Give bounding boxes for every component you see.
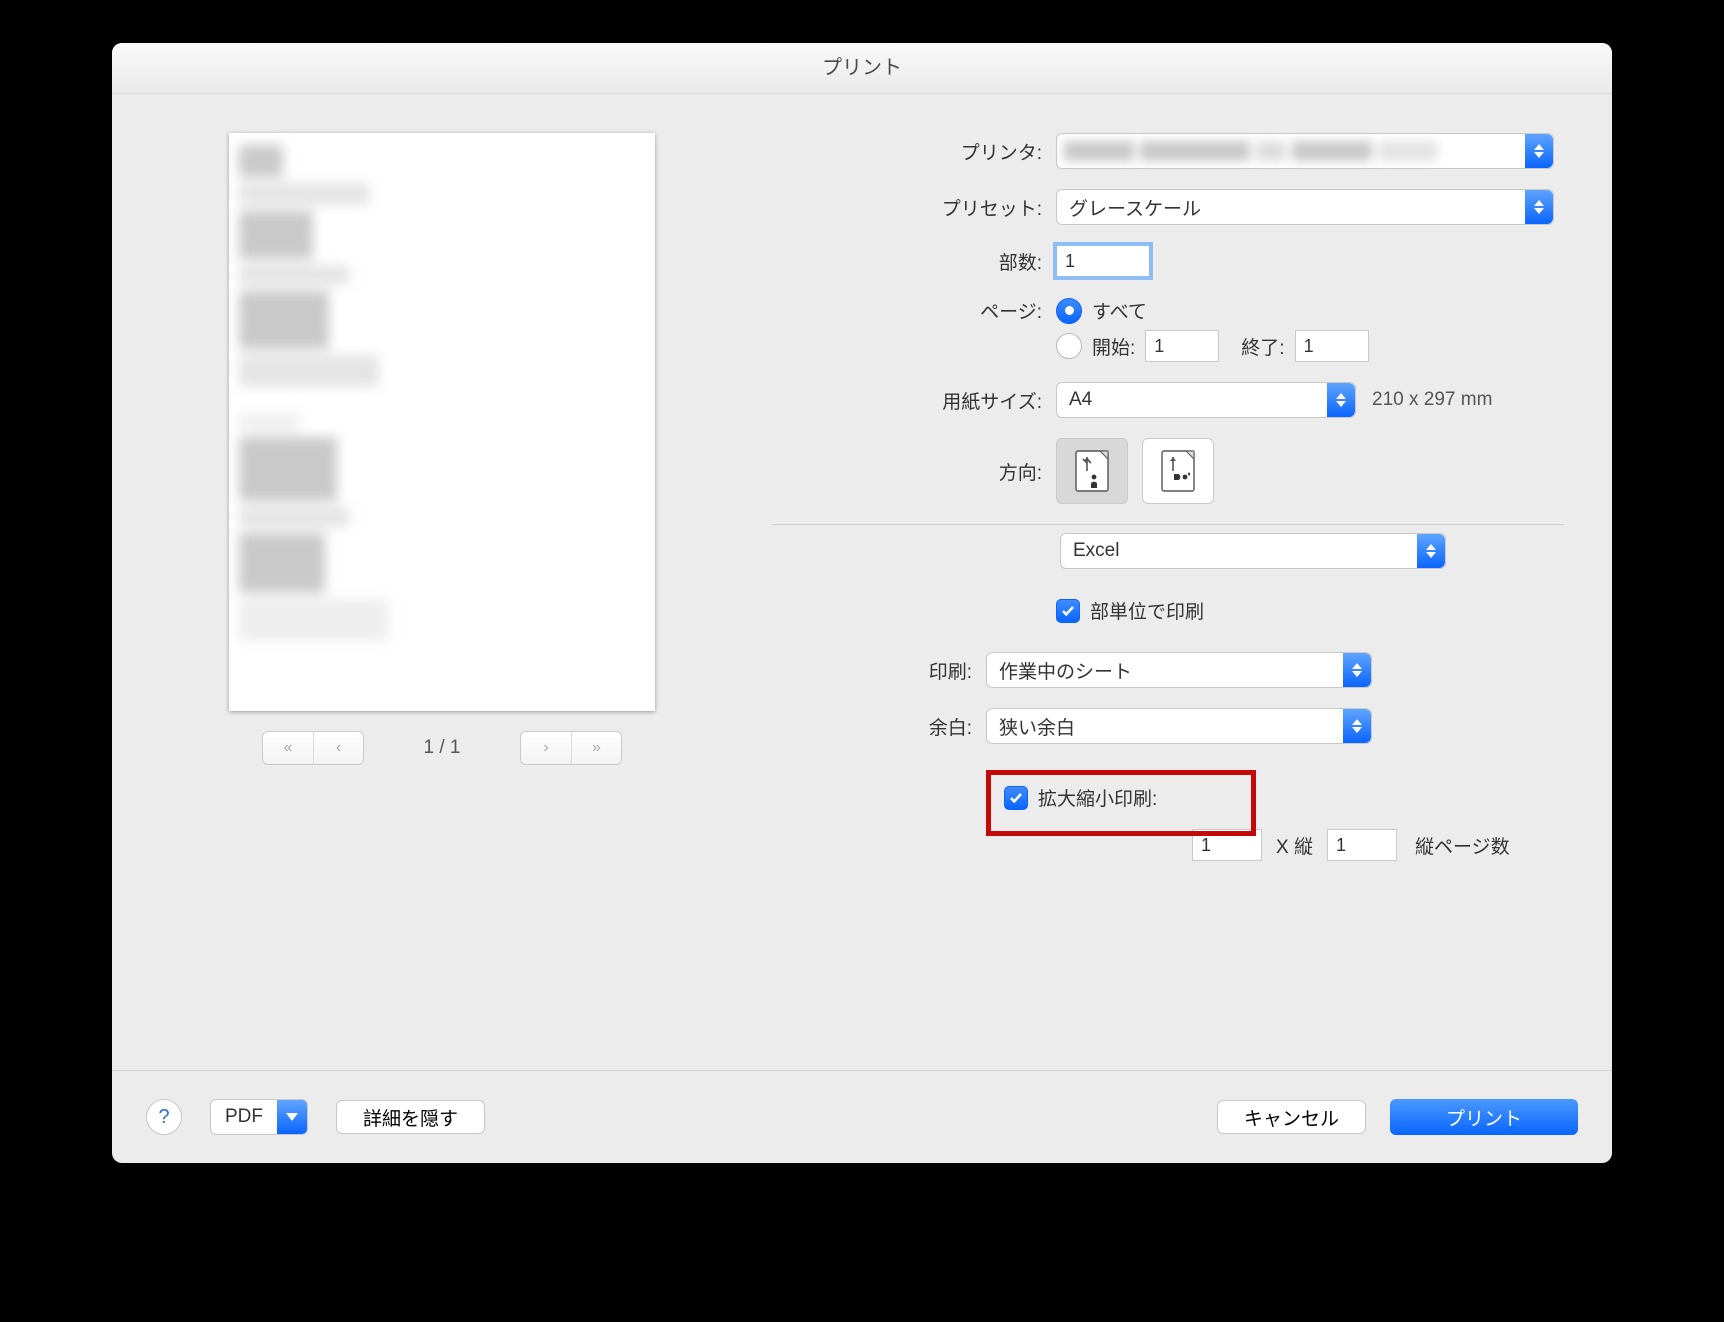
print-what-popup[interactable]: 作業中のシート (986, 652, 1372, 688)
print-dialog: プリント « (112, 43, 1612, 1163)
app-section-popup[interactable]: Excel (1060, 533, 1446, 569)
paper-dimensions: 210 x 297 mm (1372, 389, 1492, 411)
pages-to-input[interactable] (1295, 330, 1369, 362)
orientation-portrait-button[interactable] (1056, 438, 1128, 504)
chevron-down-icon (277, 1100, 307, 1134)
updown-icon (1525, 134, 1553, 168)
paper-size-label: 用紙サイズ: (772, 387, 1056, 414)
divider (772, 524, 1564, 525)
preset-value: グレースケール (1069, 194, 1201, 221)
pages-to-label: 終了: (1241, 333, 1284, 360)
collate-label: 部単位で印刷 (1090, 597, 1204, 624)
fit-wide-input[interactable] (1192, 829, 1262, 861)
preview-content-placeholder (239, 145, 394, 635)
hide-details-button[interactable]: 詳細を隠す (336, 1100, 485, 1134)
orientation-label: 方向: (772, 458, 1056, 485)
fit-pages-tall-label: 縦ページ数 (1415, 832, 1510, 859)
margins-popup[interactable]: 狭い余白 (986, 708, 1372, 744)
help-button[interactable]: ? (146, 1099, 182, 1135)
dialog-content: « ‹ 1 / 1 › » プリンタ: (112, 93, 1612, 1071)
preview-nav-forward: › » (520, 731, 622, 765)
fit-label: 拡大縮小印刷: (1038, 784, 1157, 811)
fit-checkbox[interactable] (1004, 786, 1028, 810)
dialog-title: プリント (112, 43, 1612, 94)
margins-label: 余白: (772, 713, 986, 740)
pages-all-label: すべて (1092, 297, 1147, 324)
printer-label: プリンタ: (772, 138, 1056, 165)
pdf-menu-button[interactable]: PDF (210, 1099, 308, 1135)
print-label: プリント (1446, 1109, 1522, 1130)
printer-name-redacted (1058, 135, 1524, 167)
orientation-landscape-button[interactable] (1142, 438, 1214, 504)
page-preview (229, 133, 655, 711)
margins-value: 狭い余白 (999, 713, 1075, 740)
updown-icon (1525, 190, 1553, 224)
preview-pane: « ‹ 1 / 1 › » (112, 93, 772, 1071)
last-page-button[interactable]: » (571, 732, 621, 764)
pages-from-input[interactable] (1145, 330, 1219, 362)
hide-details-label: 詳細を隠す (363, 1109, 458, 1130)
first-page-button[interactable]: « (263, 732, 313, 764)
pages-label: ページ: (772, 297, 1056, 324)
fit-x-label: X 縦 (1276, 832, 1313, 859)
page-indicator: 1 / 1 (364, 737, 520, 759)
preset-label: プリセット: (772, 194, 1056, 221)
cancel-label: キャンセル (1244, 1109, 1339, 1130)
portrait-icon (1074, 449, 1110, 493)
dialog-footer: ? PDF 詳細を隠す キャンセル プリント (112, 1070, 1612, 1163)
next-page-button[interactable]: › (521, 732, 571, 764)
print-what-value: 作業中のシート (999, 657, 1132, 684)
pdf-label: PDF (211, 1106, 277, 1128)
preview-nav: « ‹ 1 / 1 › » (262, 731, 622, 765)
print-what-label: 印刷: (772, 657, 986, 684)
collate-checkbox[interactable] (1056, 599, 1080, 623)
print-button[interactable]: プリント (1390, 1099, 1578, 1135)
help-icon: ? (158, 1106, 169, 1129)
updown-icon (1343, 709, 1371, 743)
printer-popup[interactable] (1056, 133, 1554, 169)
settings-pane: プリンタ: プリセット: グレースケール (772, 93, 1612, 1071)
prev-page-button[interactable]: ‹ (313, 732, 363, 764)
pages-all-radio[interactable] (1056, 298, 1082, 324)
copies-label: 部数: (772, 248, 1056, 275)
updown-icon (1343, 653, 1371, 687)
preview-nav-back: « ‹ (262, 731, 364, 765)
app-section-value: Excel (1073, 540, 1119, 562)
updown-icon (1417, 534, 1445, 568)
cancel-button[interactable]: キャンセル (1217, 1100, 1366, 1134)
fit-tall-input[interactable] (1327, 829, 1397, 861)
paper-size-value: A4 (1069, 389, 1092, 411)
landscape-icon (1160, 449, 1196, 493)
paper-size-popup[interactable]: A4 (1056, 382, 1356, 418)
preset-popup[interactable]: グレースケール (1056, 189, 1554, 225)
pages-range-radio[interactable] (1056, 333, 1082, 359)
updown-icon (1327, 383, 1355, 417)
pages-from-label: 開始: (1092, 333, 1135, 360)
copies-input[interactable] (1056, 245, 1150, 277)
